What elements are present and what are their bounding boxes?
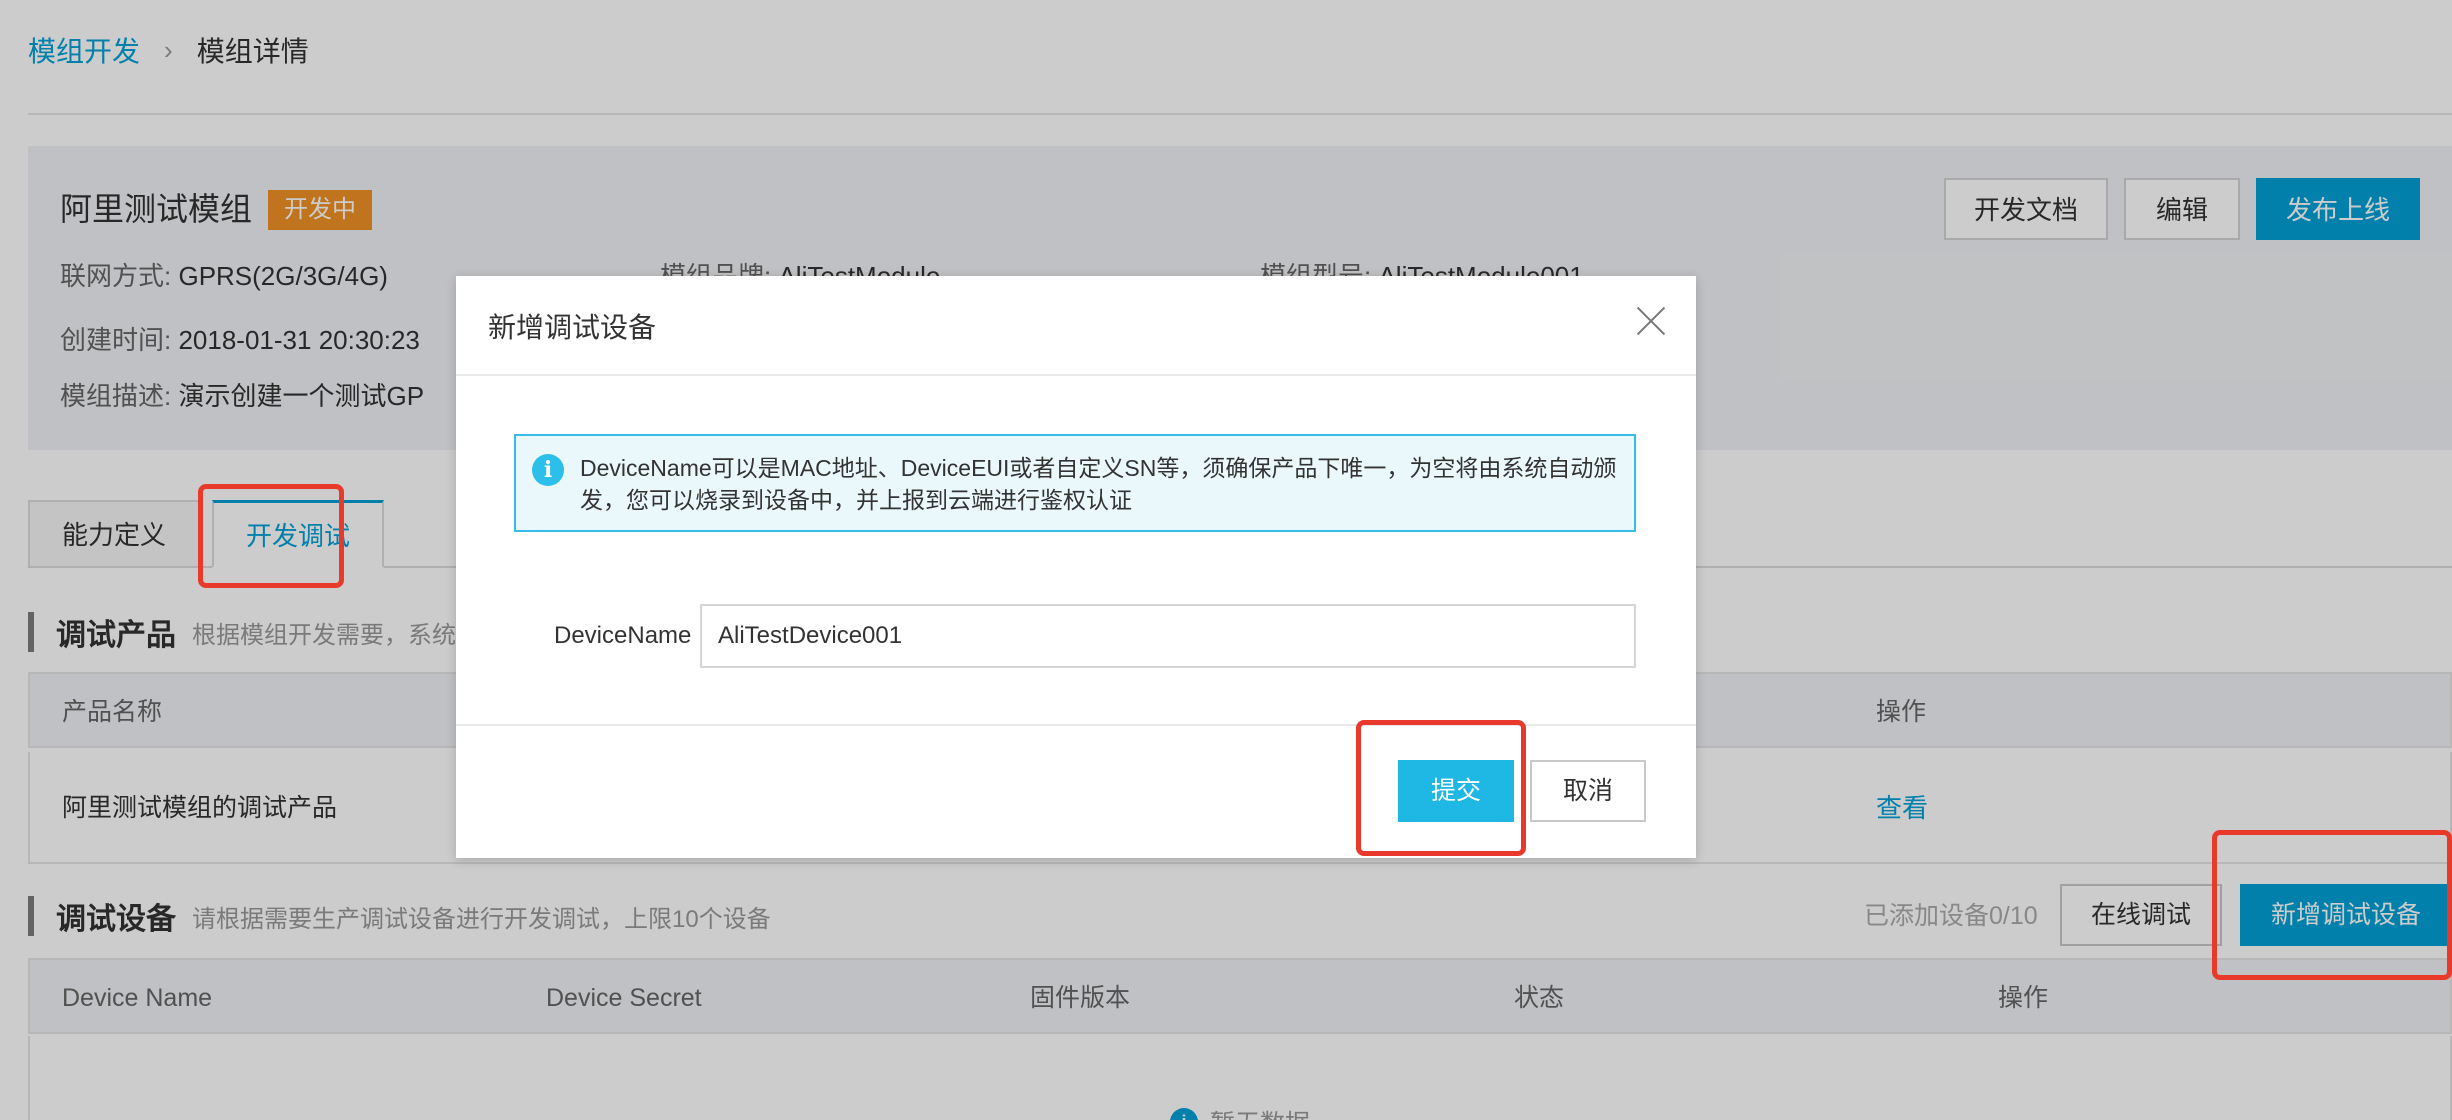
device-name-input[interactable] — [700, 604, 1636, 668]
info-icon: i — [532, 454, 564, 486]
annotation-box-submit — [1356, 720, 1526, 856]
notice-text: DeviceName可以是MAC地址、DeviceEUI或者自定义SN等，须确保… — [580, 455, 1617, 513]
cancel-button[interactable]: 取消 — [1530, 760, 1646, 822]
close-icon[interactable] — [1636, 306, 1666, 336]
device-name-label: DeviceName — [554, 622, 692, 649]
dialog-title: 新增调试设备 — [488, 312, 657, 343]
dialog-header: 新增调试设备 — [456, 276, 1696, 376]
annotation-box-tab — [198, 484, 344, 588]
annotation-box-add-device — [2212, 830, 2452, 980]
info-notice: i DeviceName可以是MAC地址、DeviceEUI或者自定义SN等，须… — [514, 434, 1636, 532]
